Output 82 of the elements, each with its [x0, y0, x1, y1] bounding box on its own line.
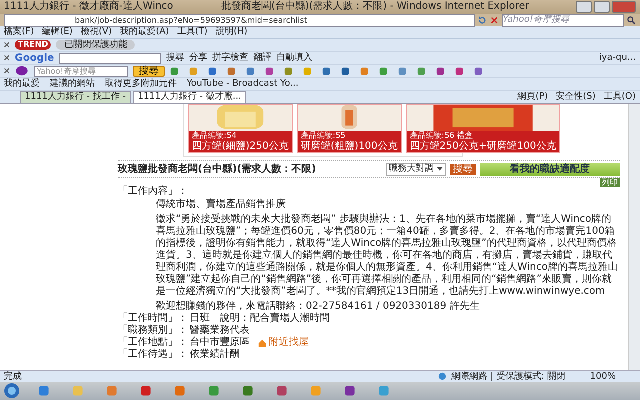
field-value: 醫藥業務代表 — [190, 325, 250, 336]
toolbar-icon[interactable] — [398, 66, 407, 76]
toolbar-icon[interactable] — [170, 66, 179, 76]
menu-item[interactable]: 我的最愛(A) — [120, 26, 170, 38]
toolbar-icon[interactable] — [341, 66, 350, 76]
browser-tab[interactable]: 1111人力銀行 - 找工作 - — [20, 91, 131, 103]
menu-item[interactable]: 編輯(E) — [42, 26, 73, 38]
toolbar-button[interactable]: 分享 — [189, 52, 208, 64]
globe-icon — [438, 372, 447, 381]
search-field[interactable]: Yahoo!奇摩搜尋 — [502, 14, 624, 26]
toolbar-button[interactable]: 拼字檢查 — [212, 52, 248, 64]
toolbar-icon[interactable] — [455, 66, 464, 76]
job-description: 徵求“勇於接受挑戰的未來大批發商老闆” 步驟與辦法：1、先在各地的菜市場擺攤，賣“達人Winco牌的喜馬拉雅山玫瑰鹽”；每罐進價60元，零售價80元；一箱40罐，多賣多得。2、在各地的市場賣完100箱的指標後，證明你有銷售能力，就取得“達人Winco牌的喜馬拉雅山玫瑰鹽”的代理商資格，以代理商價格進貨。3、這時就是你建立個人的銷售網的最佳時機，你可在各地的商店，有攤店，賣場去鋪貨，賺取代理商利潤，你建立的這些通路關係，就是你個人的無形資產。4、你利用銷售“達人Winco牌的喜馬拉雅山玫瑰鹽”建立起你自己的“銷售網路”後，你可再選擇相關的產品，利用相同的“銷售網路”來販賣，則你就是一位經濟獨立的“大批發商”老闆了。**我的官網預定13日開通，也請先打上www.winwinwye.com — [156, 214, 619, 298]
field-label: 「工作時間」： — [118, 313, 188, 324]
status-text: 完成 — [4, 372, 22, 382]
refresh-icon[interactable] — [478, 16, 487, 24]
toolbar-icon[interactable] — [246, 66, 255, 76]
google-logo: Google — [15, 52, 54, 64]
close-icon[interactable] — [4, 68, 10, 74]
menu-item[interactable]: 說明(H) — [216, 26, 248, 38]
menu-item[interactable]: 檢視(V) — [80, 26, 112, 38]
field-label: 「職務類別」： — [118, 325, 188, 336]
nearby-housing-link[interactable]: 附近找屋 — [269, 337, 309, 349]
field-label: 「工作地點」： — [118, 337, 188, 348]
account-button[interactable]: iya-qu... — [599, 52, 636, 64]
toolbar-icon[interactable] — [208, 66, 217, 76]
maximize-button[interactable] — [594, 1, 610, 13]
product-caption: 產品編號:S4 四方罐(細鹽)250公克 — [189, 131, 292, 152]
command-menu[interactable]: 安全性(S) — [556, 92, 596, 102]
menu-item[interactable]: 工具(T) — [177, 26, 208, 38]
contact-text: 歡迎想賺錢的夥伴，來電話聯絡：02-27584161 / 0920330189 許先生 — [156, 301, 481, 312]
minimize-button[interactable] — [576, 1, 592, 13]
toolbar-icon[interactable] — [227, 66, 236, 76]
zoom-button[interactable]: 100% — [590, 372, 616, 382]
scrollbar[interactable] — [628, 104, 640, 370]
toolbar-icon[interactable] — [284, 66, 293, 76]
field-value: 日班 說明：配合賣場人潮時間 — [190, 313, 330, 324]
toolbar-button[interactable]: 翻譯 — [253, 52, 272, 64]
toolbar-button[interactable]: 自動填入 — [276, 52, 312, 64]
window-title: 批發商老闆(台中縣)(需求人數：不限) - Windows Internet Explorer — [221, 1, 530, 13]
section-label: 「工作內容」： — [118, 186, 189, 198]
protection-status-button[interactable]: 已關閉保護功能 — [56, 40, 136, 50]
caret-icon — [437, 166, 443, 170]
close-icon[interactable] — [4, 55, 10, 61]
job-dropdown[interactable]: 職務大對調 — [386, 162, 446, 176]
favorites-link[interactable]: 建議的網站 — [50, 78, 95, 90]
product-caption: 產品編號:S5 研磨罐(粗鹽)100公克 — [298, 131, 401, 152]
toolbar-icon[interactable] — [474, 66, 483, 76]
toolbar-icon[interactable] — [265, 66, 274, 76]
search-icon[interactable] — [627, 16, 636, 24]
field-value: 依業績計酬 — [190, 349, 240, 361]
stop-icon[interactable] — [490, 16, 499, 24]
close-icon[interactable] — [4, 42, 10, 48]
search-button[interactable]: 搜尋 — [450, 164, 476, 174]
window-title: 1111人力銀行 - 徵才廠商-達人Winco — [4, 1, 174, 13]
address-field[interactable]: bank/job-description.asp?eNo=59693597&mid=searchlist — [4, 14, 475, 26]
field-label: 「工作待遇」： — [118, 349, 188, 361]
favorites-link[interactable]: YouTube - Broadcast Yo... — [187, 78, 299, 90]
command-menu[interactable]: 網頁(P) — [518, 92, 548, 102]
job-title: 玫瑰鹽批發商老闆(台中縣)(需求人數：不限) — [118, 162, 316, 176]
field-value: 台中市豐原區 — [190, 337, 250, 348]
search-button[interactable]: 搜尋 — [133, 66, 165, 76]
start-button[interactable] — [4, 383, 20, 399]
zone-text: 網際網路 | 受保護模式: 關閉 — [452, 372, 566, 382]
favorites-button[interactable]: 我的最愛 — [4, 78, 40, 90]
print-button[interactable]: 列印 — [600, 178, 620, 187]
search-field[interactable] — [59, 52, 162, 64]
toolbar-icon[interactable] — [417, 66, 426, 76]
command-menu[interactable]: 工具(O) — [604, 92, 636, 102]
toolbar-icon[interactable] — [322, 66, 331, 76]
match-button[interactable]: 看我的職缺適配度 — [480, 162, 620, 176]
toolbar-icon[interactable] — [379, 66, 388, 76]
toolbar-icon[interactable] — [436, 66, 445, 76]
job-summary: 傳統市場、賣場產品銷售推廣 — [156, 199, 287, 211]
product-caption: 產品編號:S6 禮盒 四方罐250公克+研磨罐100公克 — [406, 131, 560, 152]
menu-item[interactable]: 檔案(F) — [4, 26, 34, 38]
favorites-link[interactable]: 取得更多附加元件 — [105, 78, 177, 90]
toolbar-icon[interactable] — [360, 66, 369, 76]
browser-tab[interactable]: 1111人力銀行 - 徵才廠... — [132, 91, 246, 103]
trend-logo[interactable]: TREND — [15, 40, 52, 50]
toolbar-button[interactable]: 搜尋 — [166, 52, 184, 64]
house-icon — [258, 338, 267, 348]
